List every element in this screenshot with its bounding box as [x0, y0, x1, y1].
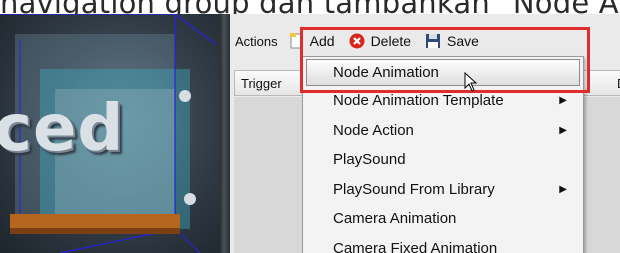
scene-viewport[interactable]: ced [0, 14, 220, 253]
menu-item-label: PlaySound From Library [333, 180, 495, 198]
scene-3d-text: ced [0, 92, 125, 166]
new-file-icon [289, 33, 302, 49]
menu-item-node-animation-template[interactable]: Node Animation Template ▶ [303, 86, 583, 116]
delete-x-icon [349, 33, 365, 49]
menu-item-camera-animation[interactable]: Camera Animation [303, 204, 583, 234]
column-header-trigger[interactable]: Trigger [241, 76, 282, 91]
save-button[interactable]: Save [425, 33, 479, 49]
add-button[interactable]: Add [288, 33, 335, 49]
submenu-arrow-icon: ▶ [559, 183, 567, 195]
menu-item-playsound[interactable]: PlaySound [303, 145, 583, 175]
menu-item-camera-fixed-animation[interactable]: Camera Fixed Animation [303, 234, 583, 253]
submenu-arrow-icon: ▶ [559, 124, 567, 136]
actions-toolbar: Actions Add Delete Save [230, 26, 620, 56]
menu-item-label: Node Action [333, 121, 414, 139]
mouse-pointer-icon [464, 72, 478, 92]
panel-splitter[interactable] [220, 14, 230, 253]
floppy-disk-icon [426, 34, 441, 48]
actions-label: Actions [235, 33, 278, 49]
menu-item-label: Node Animation Template [333, 92, 504, 109]
menu-item-label: Camera Animation [333, 210, 457, 227]
menu-item-label: Node Animation [333, 64, 439, 81]
add-dropdown-menu: Node Animation Node Animation Template ▶… [302, 56, 584, 253]
menu-item-label: PlaySound [333, 151, 406, 168]
menu-item-node-animation[interactable]: Node Animation [306, 59, 580, 86]
menu-item-node-action[interactable]: Node Action ▶ [303, 116, 583, 146]
menu-item-label: Camera Fixed Animation [333, 239, 498, 253]
delete-button[interactable]: Delete [349, 33, 411, 49]
menu-item-playsound-from-library[interactable]: PlaySound From Library ▶ [303, 175, 583, 205]
submenu-arrow-icon: ▶ [559, 95, 567, 106]
delete-button-label: Delete [370, 33, 412, 49]
save-button-label: Save [447, 33, 479, 49]
add-button-label: Add [309, 33, 335, 49]
